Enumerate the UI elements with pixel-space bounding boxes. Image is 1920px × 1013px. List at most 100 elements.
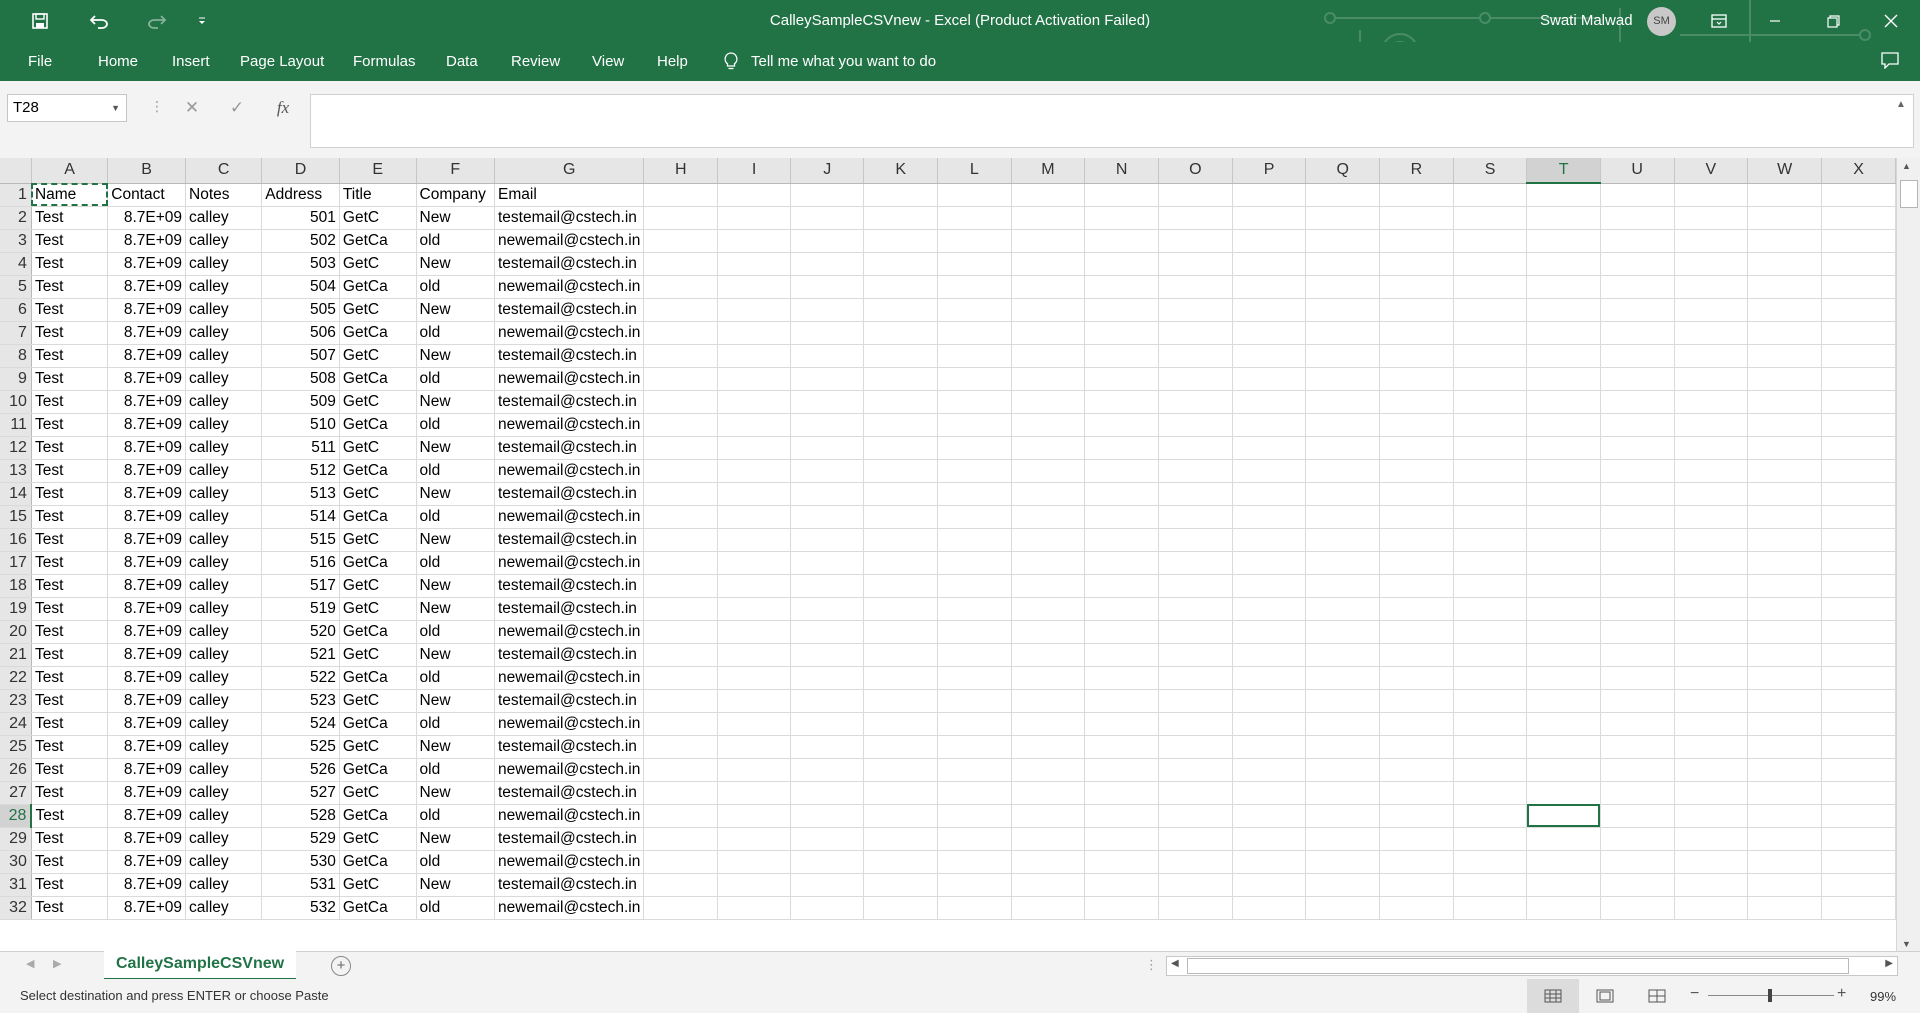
cell[interactable] [1747,528,1823,552]
cell[interactable]: 8.7E+09 [107,597,187,621]
cell[interactable] [1232,850,1307,874]
cell[interactable] [1600,367,1675,391]
cell[interactable] [1305,298,1381,322]
cell[interactable] [1526,528,1601,552]
cell[interactable] [1453,183,1528,207]
cell[interactable] [1011,896,1086,920]
cell[interactable] [1821,620,1896,644]
cell[interactable] [1747,781,1823,805]
tab-insert[interactable]: Insert [172,42,210,81]
cell[interactable]: calley [185,482,263,506]
cell[interactable] [1600,804,1675,828]
cell[interactable] [643,275,719,299]
cell[interactable]: old [416,505,495,529]
cell[interactable] [1379,597,1454,621]
cell[interactable]: 8.7E+09 [107,229,187,253]
cell[interactable] [1526,712,1601,736]
cell[interactable] [717,459,792,483]
cell[interactable] [1674,367,1749,391]
cell[interactable]: Title [339,183,417,207]
cell[interactable] [1453,735,1528,759]
cell[interactable]: GetCa [339,229,417,253]
cell[interactable]: 8.7E+09 [107,643,187,667]
cell[interactable] [717,183,792,207]
tab-page-layout[interactable]: Page Layout [240,42,324,81]
cell[interactable]: 8.7E+09 [107,275,187,299]
cell[interactable] [717,344,792,368]
cell[interactable] [1674,436,1749,460]
cell[interactable]: 505 [261,298,340,322]
cell[interactable] [717,781,792,805]
cell[interactable] [1232,758,1307,782]
cell[interactable] [643,827,719,851]
row-header[interactable]: 23 [0,689,32,713]
cell[interactable]: old [416,666,495,690]
cell[interactable] [1526,459,1601,483]
cell[interactable] [1453,804,1528,828]
cell[interactable] [1305,252,1381,276]
cell[interactable]: GetCa [339,459,417,483]
cell[interactable]: 513 [261,482,340,506]
cell[interactable] [1526,850,1601,874]
cell[interactable]: calley [185,827,263,851]
cell[interactable]: Test [31,390,109,414]
row-header[interactable]: 14 [0,482,32,506]
cell[interactable] [1674,344,1749,368]
cell[interactable]: 531 [261,873,340,897]
cell[interactable] [1453,482,1528,506]
cell[interactable] [1305,827,1381,851]
cell[interactable] [717,252,792,276]
cell[interactable] [1747,551,1823,575]
cell[interactable] [643,735,719,759]
cell[interactable] [1232,735,1307,759]
cell[interactable] [1379,620,1454,644]
cell[interactable] [1674,229,1749,253]
row-header[interactable]: 29 [0,827,32,851]
cell[interactable] [1084,896,1159,920]
cell[interactable] [717,413,792,437]
cell[interactable]: Test [31,321,109,345]
cell[interactable] [1305,574,1381,598]
cell[interactable] [1379,436,1454,460]
cell[interactable]: 8.7E+09 [107,551,187,575]
cell[interactable]: testemail@cstech.in [494,873,645,897]
cell[interactable] [643,666,719,690]
cell[interactable] [937,298,1012,322]
cell[interactable] [1821,482,1896,506]
cell[interactable] [1158,597,1233,621]
cell[interactable]: 8.7E+09 [107,390,187,414]
cell[interactable]: calley [185,873,263,897]
row-header[interactable]: 18 [0,574,32,598]
restore-button[interactable] [1805,0,1861,42]
column-header-u[interactable]: U [1600,158,1675,184]
cell[interactable]: New [416,252,495,276]
cell[interactable] [1453,551,1528,575]
cell[interactable] [643,850,719,874]
cell[interactable] [790,482,865,506]
cell[interactable] [1674,390,1749,414]
drag-handle-icon[interactable]: ⋮ [150,98,164,115]
cell[interactable] [1379,850,1454,874]
cell[interactable] [1158,712,1233,736]
cell[interactable] [1747,896,1823,920]
column-header-t[interactable]: T [1526,158,1601,184]
cell[interactable]: calley [185,597,263,621]
cell[interactable]: old [416,229,495,253]
cell[interactable]: newemail@cstech.in [494,666,645,690]
save-button[interactable] [24,7,56,35]
cell[interactable] [1526,827,1601,851]
cell[interactable] [790,413,865,437]
cell[interactable]: 515 [261,528,340,552]
cell[interactable] [790,850,865,874]
cell[interactable] [863,229,939,253]
cell[interactable]: Test [31,643,109,667]
cell[interactable]: 524 [261,712,340,736]
cell[interactable] [1305,620,1381,644]
cell[interactable] [1674,574,1749,598]
cell[interactable] [1600,735,1675,759]
cell[interactable]: old [416,321,495,345]
tab-formulas[interactable]: Formulas [353,42,416,81]
cell[interactable] [937,275,1012,299]
cell[interactable] [1453,459,1528,483]
enter-button[interactable]: ✓ [220,94,254,122]
